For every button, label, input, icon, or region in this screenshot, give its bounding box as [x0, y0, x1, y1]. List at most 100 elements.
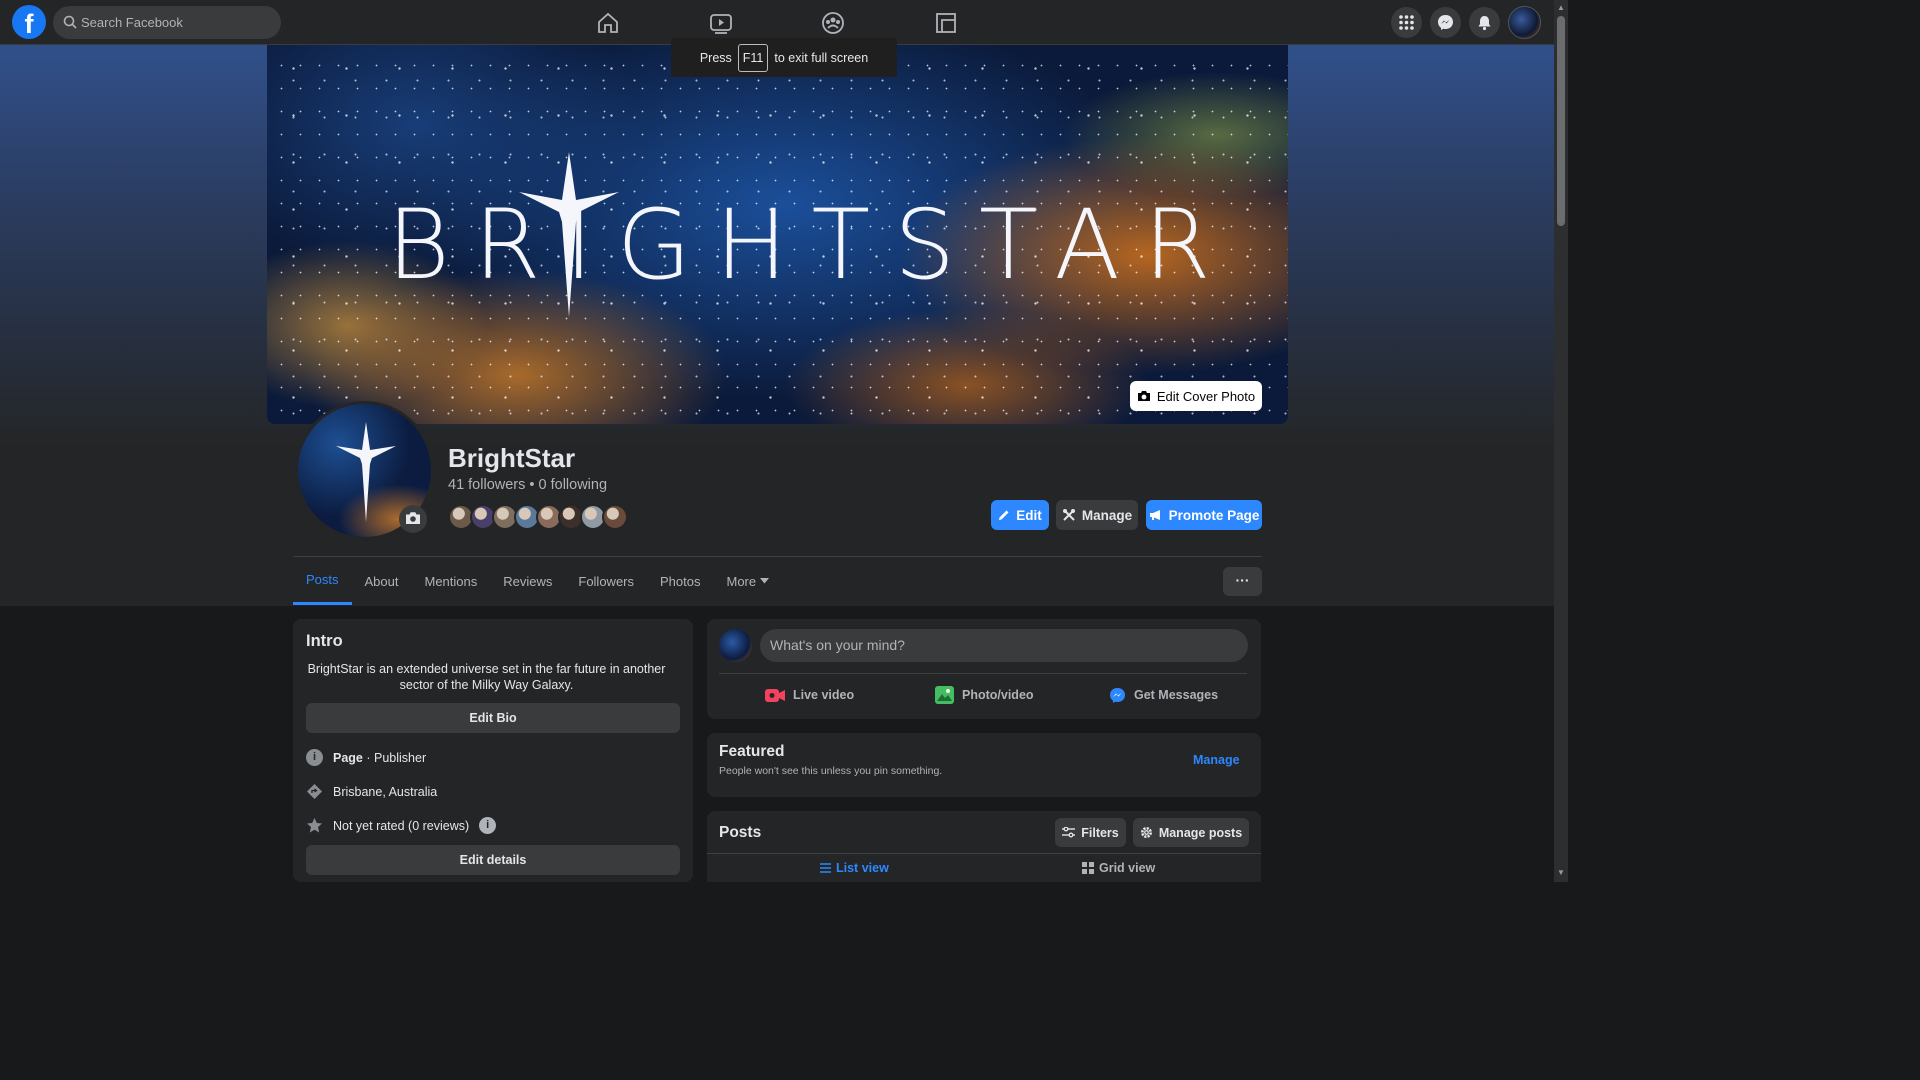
- location-pin-icon: [307, 784, 322, 799]
- notifications-button[interactable]: [1469, 7, 1500, 38]
- more-options-button[interactable]: ···: [1223, 567, 1262, 596]
- live-video-label: Live video: [793, 688, 855, 702]
- page-scrollbar[interactable]: ▲ ▼: [1554, 0, 1568, 882]
- info-category: i Page · Publisher: [306, 749, 426, 766]
- update-profile-picture-button[interactable]: [399, 505, 427, 533]
- tab-posts[interactable]: Posts: [293, 557, 352, 605]
- edit-bio-button[interactable]: Edit Bio: [306, 703, 680, 733]
- follow-stats[interactable]: 41 followers • 0 following: [448, 477, 607, 493]
- tab-followers[interactable]: Followers: [565, 557, 647, 605]
- menu-grid-icon: [1399, 15, 1414, 30]
- menu-button[interactable]: [1391, 7, 1422, 38]
- category-rest: · Publisher: [362, 750, 427, 765]
- cover-brand-text: BRIGHTSTAR: [387, 189, 1235, 301]
- profile-star-icon: [336, 422, 396, 522]
- tab-photos[interactable]: Photos: [647, 557, 713, 605]
- posts-card: Posts Filters Manage posts List view Gri…: [707, 811, 1261, 882]
- composer-avatar[interactable]: [719, 629, 752, 662]
- posts-title: Posts: [719, 824, 762, 841]
- manage-posts-label: Manage posts: [1158, 825, 1243, 840]
- page-tabs: Posts About Mentions Reviews Followers P…: [293, 557, 782, 605]
- tab-reviews[interactable]: Reviews: [490, 557, 565, 605]
- tools-icon: [1062, 509, 1075, 521]
- rating-info-icon[interactable]: i: [479, 817, 497, 834]
- camera-icon: [406, 512, 420, 524]
- search-icon: [63, 15, 77, 29]
- manage-page-button[interactable]: Manage: [1056, 500, 1138, 530]
- category-text: Page · Publisher: [333, 751, 426, 765]
- tab-more[interactable]: More: [713, 557, 782, 605]
- page-title: BrightStar: [448, 443, 576, 473]
- manage-posts-button[interactable]: Manage posts: [1133, 818, 1249, 847]
- photo-video-button[interactable]: Photo/video: [935, 683, 1034, 707]
- info-rating: Not yet rated (0 reviews) i: [306, 817, 497, 834]
- follower-avatars[interactable]: [448, 504, 628, 530]
- tab-mentions[interactable]: Mentions: [412, 557, 491, 605]
- tab-more-label: More: [726, 573, 757, 589]
- groups-icon[interactable]: [818, 8, 848, 38]
- posts-divider: [707, 853, 1261, 854]
- home-icon[interactable]: [593, 8, 623, 38]
- cover-photo[interactable]: BRIGHTSTAR: [267, 45, 1288, 424]
- scrollbar-thumb[interactable]: [1557, 16, 1565, 226]
- info-icon: i: [306, 749, 323, 766]
- edit-page-button[interactable]: Edit: [991, 500, 1049, 530]
- get-messages-button[interactable]: Get Messages: [1109, 683, 1218, 707]
- messenger-button[interactable]: [1430, 7, 1461, 38]
- messenger-icon: [1110, 687, 1125, 703]
- filters-icon: [1062, 827, 1076, 838]
- fullscreen-rest-text: to exit full screen: [774, 50, 869, 65]
- promote-label: Promote Page: [1168, 507, 1260, 523]
- featured-subtitle: People won't see this unless you pin som…: [719, 765, 943, 777]
- pages-icon[interactable]: [931, 8, 961, 38]
- edit-cover-label: Edit Cover Photo: [1156, 388, 1256, 404]
- account-avatar[interactable]: [1508, 6, 1541, 39]
- caret-down-icon: [760, 578, 770, 584]
- photo-icon: [935, 686, 954, 704]
- fullscreen-notice: Press F11 to exit full screen: [671, 38, 897, 77]
- filters-label: Filters: [1081, 825, 1119, 840]
- intro-bio: BrightStar is an extended universe set i…: [307, 662, 666, 692]
- live-video-button[interactable]: Live video: [765, 683, 854, 707]
- category-bold: Page: [333, 750, 363, 765]
- featured-manage-link[interactable]: Manage: [1193, 753, 1240, 767]
- follower-avatar[interactable]: [602, 504, 628, 530]
- list-view-option[interactable]: List view: [820, 861, 889, 875]
- edit-details-button[interactable]: Edit details: [306, 845, 680, 875]
- location-text: Brisbane, Australia: [333, 784, 438, 799]
- star-icon: [307, 818, 322, 833]
- list-view-label: List view: [836, 861, 889, 875]
- grid-icon: [1082, 862, 1094, 874]
- fullscreen-key: F11: [737, 43, 769, 72]
- grid-view-label: Grid view: [1099, 861, 1156, 875]
- info-location: Brisbane, Australia: [306, 783, 437, 800]
- edit-cover-photo-button[interactable]: Edit Cover Photo: [1130, 381, 1262, 411]
- composer-divider: [719, 673, 1247, 674]
- megaphone-icon: [1149, 510, 1160, 520]
- gear-icon: [1140, 827, 1152, 838]
- messenger-icon: [1438, 15, 1453, 30]
- photo-video-label: Photo/video: [962, 688, 1034, 702]
- watch-icon[interactable]: [706, 8, 736, 38]
- manage-label: Manage: [1081, 507, 1133, 523]
- pencil-icon: [999, 510, 1009, 520]
- promote-page-button[interactable]: Promote Page: [1146, 500, 1262, 530]
- get-messages-label: Get Messages: [1134, 688, 1219, 702]
- rating-text: Not yet rated (0 reviews): [333, 818, 470, 833]
- facebook-logo-icon[interactable]: f: [12, 5, 46, 39]
- filters-button[interactable]: Filters: [1055, 818, 1126, 847]
- search-input[interactable]: [81, 6, 271, 39]
- featured-card: Featured People won't see this unless yo…: [707, 733, 1261, 797]
- tab-about[interactable]: About: [352, 557, 412, 605]
- camera-icon: [1137, 391, 1150, 401]
- post-composer: What's on your mind? Live video Photo/vi…: [707, 619, 1261, 719]
- composer-input[interactable]: What's on your mind?: [760, 629, 1248, 662]
- scroll-up-arrow-icon[interactable]: ▲: [1557, 3, 1565, 12]
- list-icon: [820, 863, 831, 873]
- live-video-icon: [765, 688, 785, 702]
- scroll-down-arrow-icon[interactable]: ▼: [1557, 868, 1565, 877]
- grid-view-option[interactable]: Grid view: [1082, 861, 1155, 875]
- intro-card: Intro BrightStar is an extended universe…: [293, 619, 693, 882]
- fullscreen-press-text: Press: [699, 50, 732, 65]
- search-box[interactable]: [53, 6, 281, 39]
